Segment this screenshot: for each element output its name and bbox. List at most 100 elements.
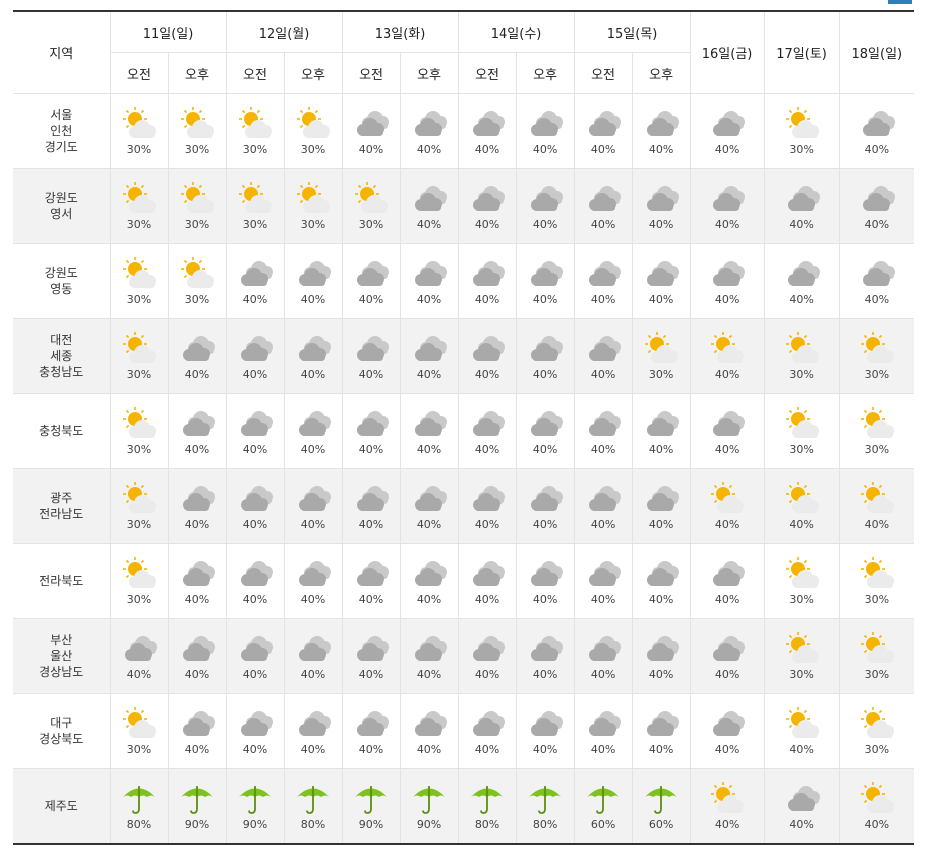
region-name-line: 인천 [50,124,73,138]
forecast-cell-content: 60% [633,782,690,831]
precip-probability: 40% [474,592,500,606]
forecast-cell: 30% [763,618,840,694]
forecast-cell: 40% [225,243,285,319]
cloudy-icon [708,257,746,291]
day-header: 17일(토) [763,10,840,94]
precip-probability: 30% [789,442,814,456]
forecast-cell-content: 40% [575,482,632,531]
forecast-cell: 40% [341,543,401,619]
precip-probability: 40% [300,592,326,606]
precip-probability: 80% [126,817,152,831]
forecast-cell: 40% [283,543,343,619]
cloudy-icon [294,332,332,366]
region-name-line: 경상북도 [39,732,84,746]
forecast-cell-content: 40% [459,257,516,306]
precip-probability: 30% [300,142,326,156]
cloudy-icon [642,107,680,141]
cloudy-icon [352,257,390,291]
precip-probability: 40% [300,442,326,456]
region-name: 광주 전라남도 [13,468,111,544]
forecast-cell-content: 40% [401,482,458,531]
precip-probability: 40% [358,442,384,456]
precip-probability: 90% [358,817,384,831]
forecast-cell: 40% [399,468,459,544]
forecast-cell-content: 40% [401,182,458,231]
precip-probability: 40% [789,742,814,756]
forecast-cell-content: 40% [633,482,690,531]
cloudy-icon [642,407,680,441]
precip-probability: 40% [184,442,210,456]
region-name: 전라북도 [13,543,111,619]
cloudy-icon [178,632,216,666]
forecast-cell: 40% [573,393,633,469]
pm-header: 오후 [631,52,691,94]
forecast-cell: 40% [631,618,691,694]
precip-probability: 40% [590,667,616,681]
precip-probability: 40% [242,517,268,531]
partly-cloudy-icon [120,406,158,441]
forecast-cell-content: 40% [343,482,400,531]
am-header: 오전 [109,52,169,94]
precip-probability: 40% [300,292,326,306]
forecast-cell: 40% [631,543,691,619]
precip-probability: 40% [242,442,268,456]
cloudy-icon [584,182,622,216]
cloudy-icon [410,632,448,666]
forecast-cell-content: 40% [575,632,632,681]
partly-cloudy-icon [858,706,896,741]
forecast-cell: 40% [689,768,765,845]
forecast-cell: 40% [515,318,575,394]
cloudy-icon [642,482,680,516]
forecast-cell: 30% [109,93,169,169]
cloudy-icon [410,482,448,516]
forecast-cell: 30% [838,543,915,619]
precip-probability: 40% [416,142,442,156]
precip-probability: 80% [300,817,326,831]
forecast-cell: 80% [109,768,169,845]
forecast-cell-content: 40% [691,331,764,381]
cloudy-icon [352,482,390,516]
forecast-cell-content: 40% [459,407,516,456]
forecast-cell: 30% [109,468,169,544]
region-name-line: 울산 [50,649,73,663]
forecast-cell-content: 40% [517,557,574,606]
partly-cloudy-icon [858,556,896,591]
precip-probability: 30% [864,742,890,756]
precip-probability: 40% [474,142,500,156]
partly-cloudy-icon [236,106,274,141]
forecast-cell: 40% [689,543,765,619]
cloudy-icon [584,332,622,366]
cloudy-icon [410,407,448,441]
forecast-cell: 40% [631,693,691,769]
precip-probability: 40% [416,367,442,381]
cloudy-icon [708,107,746,141]
forecast-cell: 40% [631,93,691,169]
forecast-cell-content: 40% [285,557,342,606]
forecast-cell: 40% [399,318,459,394]
forecast-cell-content: 30% [111,331,168,381]
forecast-cell-content: 40% [401,332,458,381]
precip-probability: 40% [300,667,326,681]
precip-probability: 40% [474,442,500,456]
forecast-cell: 40% [457,468,517,544]
precip-probability: 40% [242,592,268,606]
cloudy-icon [468,632,506,666]
cloudy-icon [178,332,216,366]
precip-probability: 40% [358,292,384,306]
pm-header: 오후 [167,52,227,94]
precip-probability: 40% [789,517,814,531]
forecast-cell-content: 40% [343,632,400,681]
precip-probability: 40% [532,142,558,156]
precip-probability: 60% [648,817,674,831]
region-row: 강원도 영서 30% 30% 30% 30% 30% 40% 40% 40% 40% 40% 40% 40… [13,168,915,244]
cloudy-icon [708,632,746,666]
partly-cloudy-icon [120,181,158,216]
forecast-cell: 40% [399,693,459,769]
forecast-cell: 40% [399,618,459,694]
precip-probability: 40% [532,592,558,606]
forecast-cell-content: 40% [459,632,516,681]
cloudy-icon [858,182,896,216]
forecast-cell: 40% [763,693,840,769]
region-name: 대전 세종 충청남도 [13,318,111,394]
precip-probability: 40% [184,742,210,756]
